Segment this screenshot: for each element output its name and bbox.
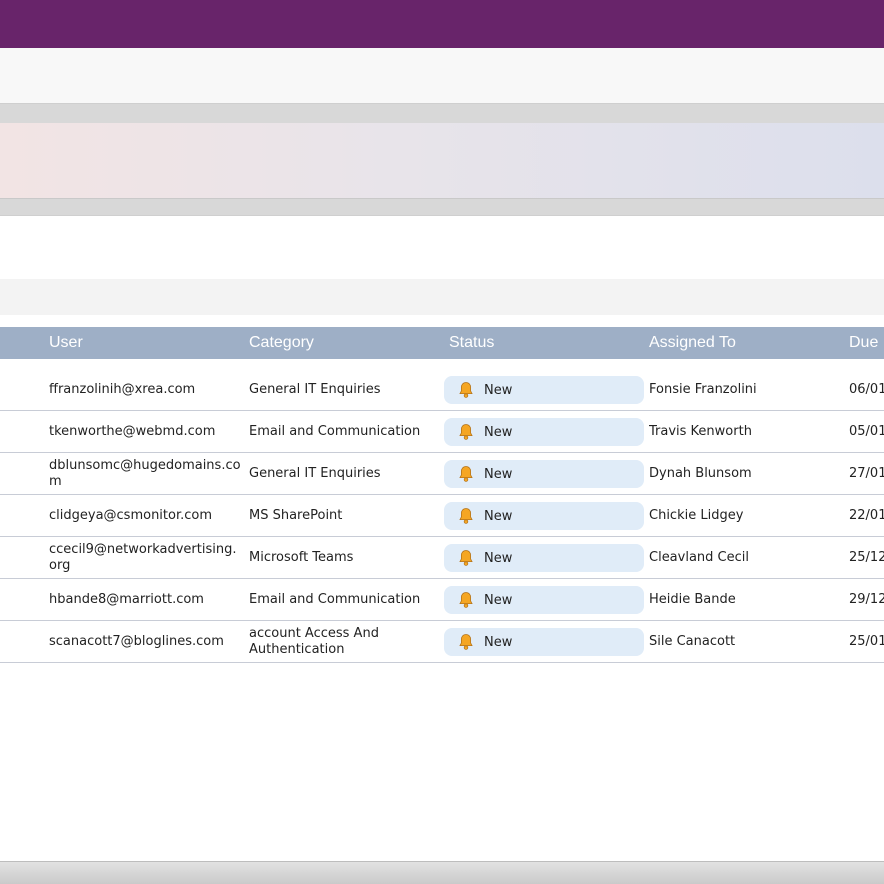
user-email: hbande8@marriott.com	[49, 591, 204, 607]
table-row[interactable]: ffranzolinih@xrea.com General IT Enquiri…	[0, 369, 884, 411]
due-date: 29/12	[849, 591, 884, 607]
user-email: dblunsomc@hugedomains.com	[49, 457, 241, 489]
status-badge: New	[444, 628, 644, 656]
user-email: clidgeya@csmonitor.com	[49, 507, 213, 523]
status-label: New	[484, 382, 513, 398]
assigned-to: Chickie Lidgey	[649, 507, 744, 523]
status-badge: New	[444, 418, 644, 446]
category: General IT Enquiries	[249, 465, 381, 481]
column-header-user[interactable]: User	[49, 327, 83, 359]
bell-icon	[459, 466, 473, 482]
status-label: New	[484, 508, 513, 524]
due-date: 25/01	[849, 633, 884, 649]
table-row[interactable]: scanacott7@bloglines.com account Access …	[0, 621, 884, 663]
assigned-to: Dynah Blunsom	[649, 465, 752, 481]
table-row[interactable]: tkenworthe@webmd.com Email and Communica…	[0, 411, 884, 453]
status-badge: New	[444, 586, 644, 614]
status-label: New	[484, 550, 513, 566]
section-divider-top	[0, 103, 884, 123]
bell-icon	[459, 550, 473, 566]
status-badge: New	[444, 460, 644, 488]
user-email: ccecil9@networkadvertising.org	[49, 541, 237, 573]
bottom-status-bar	[0, 861, 884, 884]
assigned-to: Travis Kenworth	[649, 423, 752, 439]
status-badge: New	[444, 544, 644, 572]
column-header-due[interactable]: Due	[849, 327, 878, 359]
table-row[interactable]: clidgeya@csmonitor.com MS SharePoint New…	[0, 495, 884, 537]
content-area	[0, 216, 884, 279]
table-row[interactable]: ccecil9@networkadvertising.org Microsoft…	[0, 537, 884, 579]
user-email: scanacott7@bloglines.com	[49, 633, 224, 649]
assigned-to: Heidie Bande	[649, 591, 736, 607]
grid-header: User Category Status Assigned To Due	[0, 327, 884, 359]
assigned-to: Cleavland Cecil	[649, 549, 749, 565]
status-badge: New	[444, 502, 644, 530]
category: MS SharePoint	[249, 507, 343, 523]
due-date: 05/01	[849, 423, 884, 439]
table-row[interactable]: hbande8@marriott.com Email and Communica…	[0, 579, 884, 621]
category: General IT Enquiries	[249, 381, 381, 397]
assigned-to: Fonsie Franzolini	[649, 381, 757, 397]
bell-icon	[459, 382, 473, 398]
app-header-bar	[0, 0, 884, 48]
category: Email and Communication	[249, 591, 421, 607]
due-date: 27/01	[849, 465, 884, 481]
due-date: 22/01	[849, 507, 884, 523]
status-label: New	[484, 634, 513, 650]
user-email: ffranzolinih@xrea.com	[49, 381, 196, 397]
category: Email and Communication	[249, 423, 421, 439]
due-date: 25/12	[849, 549, 884, 565]
table-row[interactable]: dblunsomc@hugedomains.com General IT Enq…	[0, 453, 884, 495]
column-header-assigned-to[interactable]: Assigned To	[649, 327, 736, 359]
section-divider-bottom	[0, 199, 884, 216]
status-label: New	[484, 466, 513, 482]
assigned-to: Sile Canacott	[649, 633, 736, 649]
category: account Access And Authentication	[249, 625, 379, 657]
banner-gradient	[0, 123, 884, 199]
category: Microsoft Teams	[249, 549, 354, 565]
status-label: New	[484, 592, 513, 608]
due-date: 06/01	[849, 381, 884, 397]
bell-icon	[459, 592, 473, 608]
bell-icon	[459, 424, 473, 440]
grid-body: ffranzolinih@xrea.com General IT Enquiri…	[0, 369, 884, 663]
column-header-category[interactable]: Category	[249, 327, 314, 359]
column-header-status[interactable]: Status	[449, 327, 494, 359]
bell-icon	[459, 508, 473, 524]
user-email: tkenworthe@webmd.com	[49, 423, 216, 439]
filter-strip	[0, 279, 884, 315]
status-badge: New	[444, 376, 644, 404]
bell-icon	[459, 634, 473, 650]
status-label: New	[484, 424, 513, 440]
command-bar	[0, 48, 884, 103]
